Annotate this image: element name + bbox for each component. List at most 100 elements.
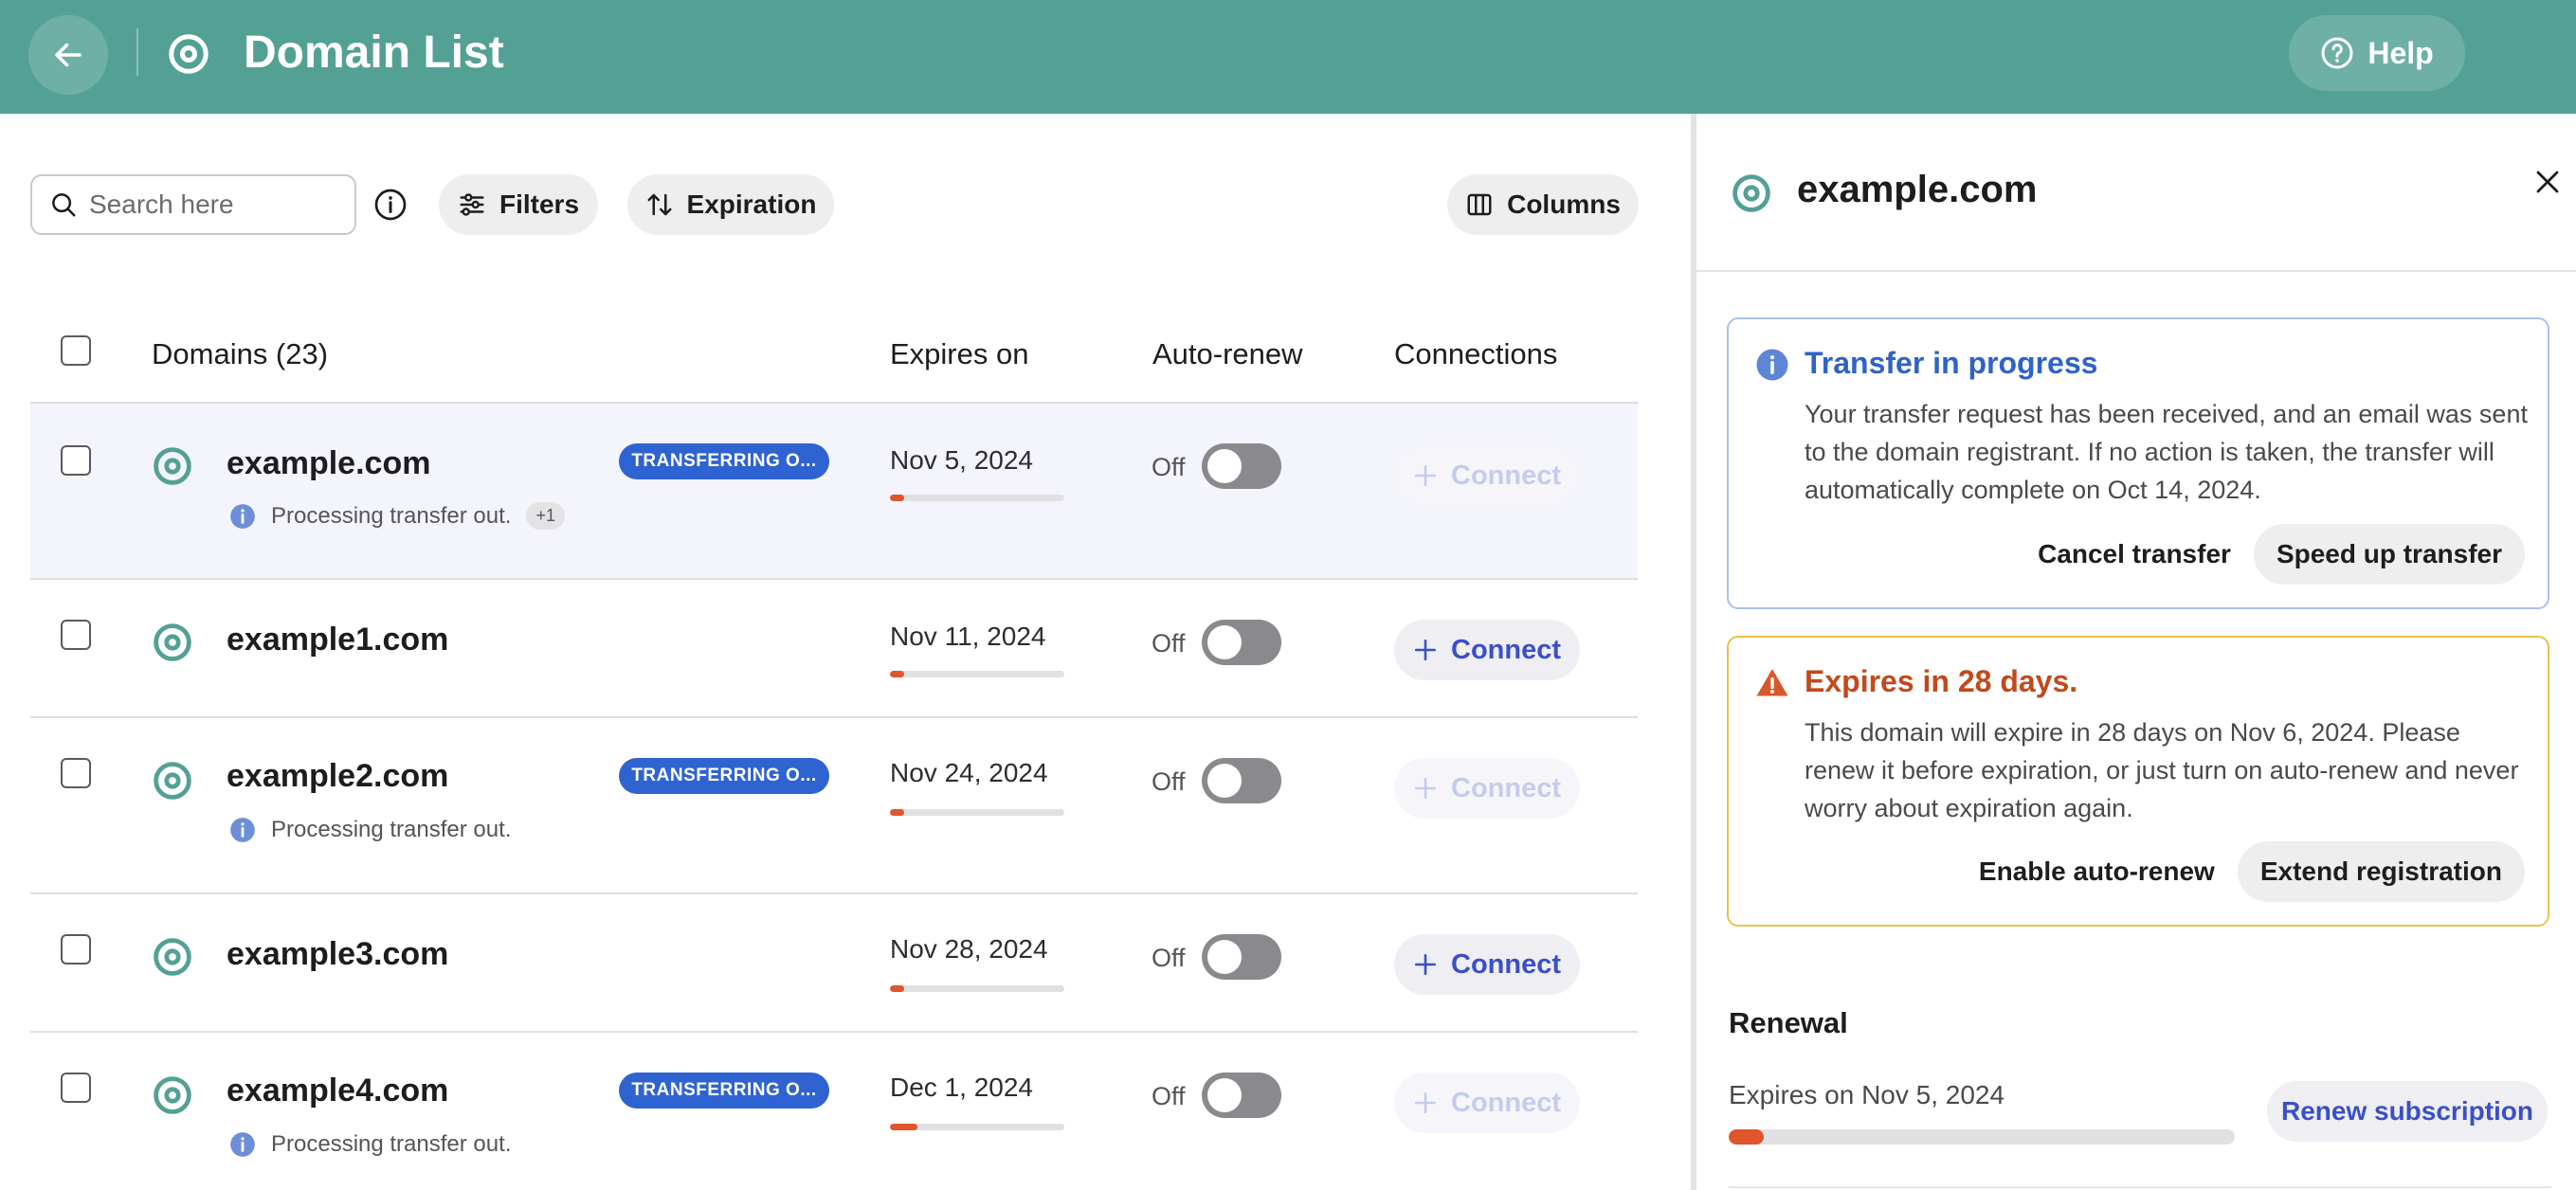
search-input[interactable] <box>89 189 336 220</box>
columns-label: Columns <box>1507 189 1621 219</box>
arrow-left-icon <box>55 43 82 67</box>
plus-icon <box>1414 639 1437 661</box>
help-icon <box>2321 37 2353 69</box>
autorenew-toggle[interactable] <box>1202 934 1281 980</box>
domain-name[interactable]: example2.com <box>227 758 448 795</box>
autorenew-status: Off <box>1152 453 1186 481</box>
row-checkbox[interactable] <box>61 758 91 788</box>
expiry-progress-fill <box>890 1124 918 1130</box>
alert-actions: Cancel transfer Speed up transfer <box>2038 524 2525 585</box>
panel-section-divider <box>1729 1186 2551 1188</box>
sort-expiration-button[interactable]: Expiration <box>627 174 834 235</box>
row-checkbox[interactable] <box>61 934 91 965</box>
expires-date: Nov 11, 2024 <box>890 622 1046 651</box>
page-title: Domain List <box>244 27 504 78</box>
renewal-expires-text: Expires on Nov 5, 2024 <box>1729 1080 2005 1109</box>
autorenew-toggle[interactable] <box>1202 1073 1281 1118</box>
renew-subscription-button[interactable]: Renew subscription <box>2267 1081 2548 1142</box>
info-icon <box>230 503 255 529</box>
column-header-autorenew[interactable]: Auto-renew <box>1152 337 1303 371</box>
autorenew-toggle[interactable] <box>1202 620 1281 665</box>
expiry-progress-fill <box>890 495 904 501</box>
speed-up-transfer-button[interactable]: Speed up transfer <box>2253 524 2525 585</box>
close-panel-button[interactable] <box>2529 163 2567 201</box>
expiry-progress-bar <box>890 809 1064 816</box>
expiration-alert: Expires in 28 days. This domain will exp… <box>1727 636 2549 927</box>
table-row[interactable]: example.com TRANSFERRING O... Processing… <box>30 404 1638 580</box>
expiry-progress-bar <box>890 671 1064 677</box>
status-line: Processing transfer out. <box>229 817 511 843</box>
autorenew-status: Off <box>1152 1082 1186 1110</box>
column-header-domains[interactable]: Domains (23) <box>152 337 328 371</box>
table-row[interactable]: example3.com Nov 28, 2024 Off Connect <box>30 894 1638 1033</box>
status-text: Processing transfer out. <box>271 1131 512 1157</box>
connect-button[interactable]: Connect <box>1394 1073 1580 1133</box>
autorenew-status: Off <box>1152 944 1186 972</box>
connect-label: Connect <box>1451 1087 1561 1118</box>
expiry-progress-bar <box>890 1124 1064 1130</box>
table-row[interactable]: example1.com Nov 11, 2024 Off Connect <box>30 580 1638 718</box>
info-icon <box>230 818 255 842</box>
help-button[interactable]: Help <box>2289 15 2465 91</box>
panel-resize-handle[interactable] <box>1691 114 1696 1190</box>
connect-label: Connect <box>1451 460 1561 491</box>
connect-label: Connect <box>1451 948 1561 980</box>
alert-actions: Enable auto-renew Extend registration <box>1979 841 2525 902</box>
expiry-progress-bar <box>890 985 1064 992</box>
domain-icon <box>154 623 191 661</box>
warning-icon <box>1756 669 1788 696</box>
expiry-progress-fill <box>890 809 904 816</box>
domain-name[interactable]: example1.com <box>227 622 448 658</box>
more-badge[interactable]: +1 <box>526 502 565 530</box>
extend-registration-button[interactable]: Extend registration <box>2237 841 2525 902</box>
column-header-expires[interactable]: Expires on <box>890 337 1028 371</box>
connect-button[interactable]: Connect <box>1394 620 1580 680</box>
alert-body: This domain will expire in 28 days on No… <box>1805 718 2519 822</box>
autorenew-toggle[interactable] <box>1202 758 1281 803</box>
domain-name[interactable]: example3.com <box>227 936 448 973</box>
enable-autorenew-button[interactable]: Enable auto-renew <box>1979 856 2215 887</box>
columns-button[interactable]: Columns <box>1447 174 1639 235</box>
alert-title: Transfer in progress <box>1805 346 2098 380</box>
help-label: Help <box>2367 35 2434 70</box>
domain-name[interactable]: example.com <box>227 445 430 482</box>
search-box[interactable] <box>30 174 356 235</box>
expiry-progress-bar <box>890 495 1064 501</box>
filters-button[interactable]: Filters <box>439 174 598 235</box>
panel-separator <box>1696 270 2576 272</box>
status-line: Processing transfer out. +1 <box>229 502 565 530</box>
status-badge: TRANSFERRING O... <box>619 443 829 479</box>
transfer-alert: Transfer in progress Your transfer reque… <box>1727 317 2549 609</box>
expires-date: Nov 5, 2024 <box>890 445 1033 475</box>
columns-icon <box>1467 193 1492 216</box>
expiration-label: Expiration <box>686 189 817 219</box>
plus-icon <box>1414 777 1437 800</box>
connect-button[interactable]: Connect <box>1394 758 1580 819</box>
row-checkbox[interactable] <box>61 1073 91 1103</box>
autorenew-toggle[interactable] <box>1202 443 1281 489</box>
panel-title: example.com <box>1797 169 2038 210</box>
row-checkbox[interactable] <box>61 620 91 650</box>
renewal-progress-bar <box>1729 1129 2235 1145</box>
row-checkbox[interactable] <box>61 445 91 476</box>
plus-icon <box>1414 1091 1437 1114</box>
table-header: Domains (23) Expires on Auto-renew Conne… <box>30 313 1638 404</box>
renewal-heading: Renewal <box>1729 1006 1848 1039</box>
search-icon <box>52 193 76 217</box>
cancel-transfer-button[interactable]: Cancel transfer <box>2038 539 2231 569</box>
domain-name[interactable]: example4.com <box>227 1073 448 1109</box>
info-button[interactable] <box>372 186 409 224</box>
domain-icon <box>154 447 191 485</box>
table-row[interactable]: example2.com TRANSFERRING O... Processin… <box>30 718 1638 894</box>
connect-button[interactable]: Connect <box>1394 934 1580 995</box>
column-header-connections[interactable]: Connections <box>1394 337 1557 371</box>
connect-button[interactable]: Connect <box>1394 445 1580 506</box>
header-divider <box>136 28 138 76</box>
expires-date: Dec 1, 2024 <box>890 1073 1033 1102</box>
sort-icon <box>647 193 672 216</box>
table-row[interactable]: example4.com TRANSFERRING O... Processin… <box>30 1033 1638 1190</box>
select-all-checkbox[interactable] <box>61 335 91 366</box>
status-text: Processing transfer out. <box>271 817 512 842</box>
app-header: Domain List Help <box>0 0 2576 114</box>
back-button[interactable] <box>28 15 108 95</box>
